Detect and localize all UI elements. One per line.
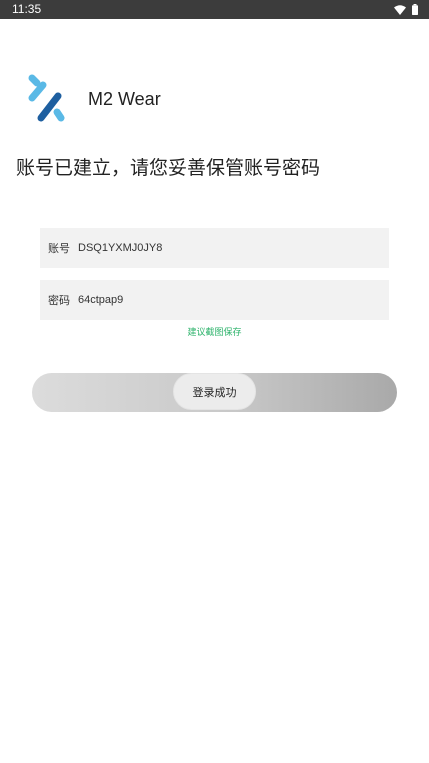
account-label: 账号 — [48, 242, 70, 255]
page-heading: 账号已建立，请您妥善保管账号密码 — [16, 157, 321, 179]
screenshot-hint: 建议截图保存 — [187, 328, 242, 338]
password-value: 64ctpap9 — [78, 294, 124, 306]
account-field[interactable]: 账号 DSQ1YXMJ0JY8 — [40, 228, 389, 268]
status-icons — [394, 3, 418, 16]
status-bar: 11:35 — [0, 0, 429, 19]
password-label: 密码 — [48, 294, 70, 307]
password-field[interactable]: 密码 64ctpap9 — [40, 280, 389, 320]
account-value: DSQ1YXMJ0JY8 — [78, 242, 163, 254]
login-slider-label: 登录成功 — [192, 385, 237, 399]
login-slider-thumb[interactable]: 登录成功 — [173, 373, 256, 410]
app-name: M2 Wear — [88, 89, 161, 109]
status-time: 11:35 — [12, 2, 42, 16]
screen: 11:35 M2 Wear 账号已建立，请您妥善保管账号密码 账号 DSQ1YX… — [0, 0, 429, 763]
wifi-icon — [394, 4, 406, 15]
m2-wear-logo-icon — [28, 74, 65, 122]
battery-icon — [412, 4, 418, 15]
